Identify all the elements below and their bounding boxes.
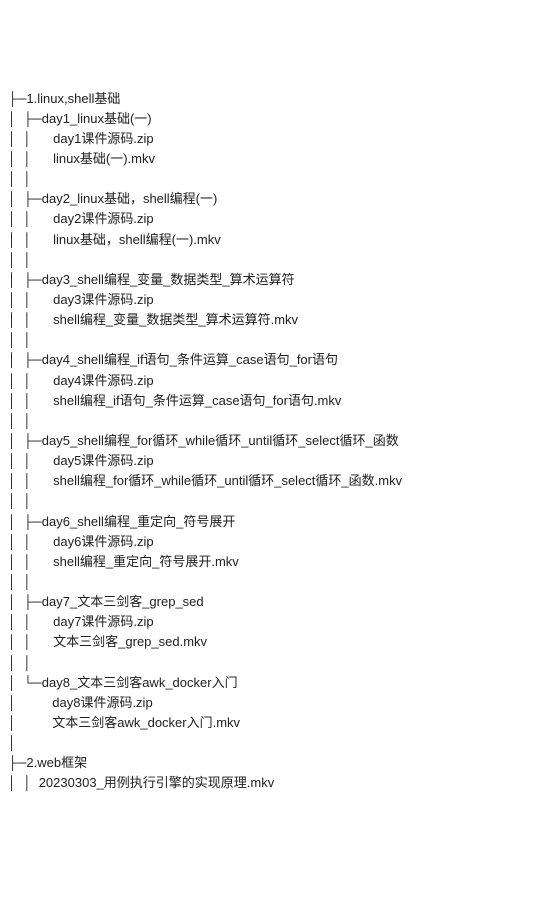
tree-label: shell编程_if语句_条件运算_case语句_for语句.mkv (53, 393, 341, 408)
tree-prefix: │ ├─ (8, 272, 42, 287)
tree-label: day5课件源码.zip (53, 453, 153, 468)
tree-prefix: │ ├─ (8, 191, 42, 206)
tree-line: │ ├─day4_shell编程_if语句_条件运算_case语句_for语句 (8, 350, 546, 370)
tree-line: │ │ day6课件源码.zip (8, 532, 546, 552)
tree-line: │ │ day7课件源码.zip (8, 612, 546, 632)
tree-prefix: │ │ (8, 131, 53, 146)
tree-line: │ ├─day2_linux基础，shell编程(一) (8, 189, 546, 209)
tree-label: 20230303_用例执行引擎的实现原理.mkv (39, 775, 275, 790)
tree-line: │ ├─day7_文本三剑客_grep_sed (8, 592, 546, 612)
directory-tree: ├─1.linux,shell基础│ ├─day1_linux基础(一)│ │ … (8, 89, 546, 794)
tree-line: │ (8, 733, 546, 753)
tree-prefix: ├─ (8, 91, 26, 106)
tree-line: │ │ shell编程_for循环_while循环_until循环_select… (8, 471, 546, 491)
tree-label: 1.linux,shell基础 (26, 91, 120, 106)
tree-line: │ day8课件源码.zip (8, 693, 546, 713)
tree-prefix: │ │ (8, 151, 53, 166)
tree-line: │ ├─day1_linux基础(一) (8, 109, 546, 129)
tree-prefix: │ ├─ (8, 111, 42, 126)
tree-label: shell编程_变量_数据类型_算术运算符.mkv (53, 312, 298, 327)
tree-label: linux基础(一).mkv (53, 151, 155, 166)
tree-prefix: │ │ (8, 332, 53, 347)
tree-prefix: │ │ (8, 312, 53, 327)
tree-label: day7_文本三剑客_grep_sed (42, 594, 204, 609)
tree-line: │ │ day4课件源码.zip (8, 371, 546, 391)
tree-line: │ ├─day3_shell编程_变量_数据类型_算术运算符 (8, 270, 546, 290)
tree-prefix: │ │ (8, 655, 53, 670)
tree-label: shell编程_重定向_符号展开.mkv (53, 554, 239, 569)
tree-prefix: │ │ (8, 534, 53, 549)
tree-label: day8_文本三剑客awk_docker入门 (42, 675, 238, 690)
tree-line: │ │ (8, 653, 546, 673)
tree-line: │ │ (8, 411, 546, 431)
tree-line: │ ├─day6_shell编程_重定向_符号展开 (8, 512, 546, 532)
tree-label: day4_shell编程_if语句_条件运算_case语句_for语句 (42, 352, 338, 367)
tree-label: day2_linux基础，shell编程(一) (42, 191, 218, 206)
tree-prefix: │ │ (8, 171, 53, 186)
tree-label: 2.web框架 (26, 755, 87, 770)
tree-line: │ │ 文本三剑客_grep_sed.mkv (8, 632, 546, 652)
tree-line: ├─1.linux,shell基础 (8, 89, 546, 109)
tree-prefix: │ │ (8, 634, 53, 649)
tree-prefix: │ │ (8, 413, 53, 428)
tree-prefix: │ │ (8, 373, 53, 388)
tree-line: │ │ 20230303_用例执行引擎的实现原理.mkv (8, 773, 546, 793)
tree-line: │ │ day3课件源码.zip (8, 290, 546, 310)
tree-label: day5_shell编程_for循环_while循环_until循环_selec… (42, 433, 399, 448)
tree-prefix: │ ├─ (8, 352, 42, 367)
tree-line: │ │ (8, 572, 546, 592)
tree-prefix: │ │ (8, 453, 53, 468)
tree-prefix: │ │ (8, 232, 53, 247)
tree-prefix: │ (8, 695, 52, 710)
tree-prefix: │ │ (8, 554, 53, 569)
tree-prefix: │ ├─ (8, 514, 42, 529)
tree-label: linux基础，shell编程(一).mkv (53, 232, 221, 247)
tree-line: │ │ day2课件源码.zip (8, 209, 546, 229)
tree-label: day1_linux基础(一) (42, 111, 152, 126)
tree-label: day1课件源码.zip (53, 131, 153, 146)
tree-line: │ │ day1课件源码.zip (8, 129, 546, 149)
tree-label: day3课件源码.zip (53, 292, 153, 307)
tree-label: day6课件源码.zip (53, 534, 153, 549)
tree-label: day3_shell编程_变量_数据类型_算术运算符 (42, 272, 295, 287)
tree-line: │ │ shell编程_变量_数据类型_算术运算符.mkv (8, 310, 546, 330)
tree-prefix: │ │ (8, 393, 53, 408)
tree-prefix: │ │ (8, 252, 53, 267)
tree-prefix: ├─ (8, 755, 26, 770)
tree-label: day8课件源码.zip (52, 695, 152, 710)
tree-line: │ │ (8, 330, 546, 350)
tree-prefix: │ ├─ (8, 594, 42, 609)
tree-line: │ │ shell编程_重定向_符号展开.mkv (8, 552, 546, 572)
tree-line: │ └─day8_文本三剑客awk_docker入门 (8, 673, 546, 693)
tree-prefix: │ ├─ (8, 433, 42, 448)
tree-label: day6_shell编程_重定向_符号展开 (42, 514, 236, 529)
tree-line: │ 文本三剑客awk_docker入门.mkv (8, 713, 546, 733)
tree-prefix: │ (8, 715, 52, 730)
tree-line: │ │ (8, 250, 546, 270)
tree-line: ├─2.web框架 (8, 753, 546, 773)
tree-prefix: │ │ (8, 775, 39, 790)
tree-prefix: │ (8, 735, 52, 750)
tree-label: day7课件源码.zip (53, 614, 153, 629)
tree-prefix: │ │ (8, 574, 53, 589)
tree-label: 文本三剑客_grep_sed.mkv (53, 634, 207, 649)
tree-label: shell编程_for循环_while循环_until循环_select循环_函… (53, 473, 402, 488)
tree-label: day4课件源码.zip (53, 373, 153, 388)
tree-line: │ │ (8, 169, 546, 189)
tree-prefix: │ │ (8, 211, 53, 226)
tree-line: │ │ linux基础，shell编程(一).mkv (8, 230, 546, 250)
tree-prefix: │ │ (8, 493, 53, 508)
tree-label: day2课件源码.zip (53, 211, 153, 226)
tree-line: │ │ (8, 491, 546, 511)
tree-line: │ ├─day5_shell编程_for循环_while循环_until循环_s… (8, 431, 546, 451)
tree-line: │ │ linux基础(一).mkv (8, 149, 546, 169)
tree-label: 文本三剑客awk_docker入门.mkv (52, 715, 240, 730)
tree-line: │ │ shell编程_if语句_条件运算_case语句_for语句.mkv (8, 391, 546, 411)
tree-line: │ │ day5课件源码.zip (8, 451, 546, 471)
tree-prefix: │ │ (8, 614, 53, 629)
tree-prefix: │ └─ (8, 675, 42, 690)
tree-prefix: │ │ (8, 473, 53, 488)
tree-prefix: │ │ (8, 292, 53, 307)
